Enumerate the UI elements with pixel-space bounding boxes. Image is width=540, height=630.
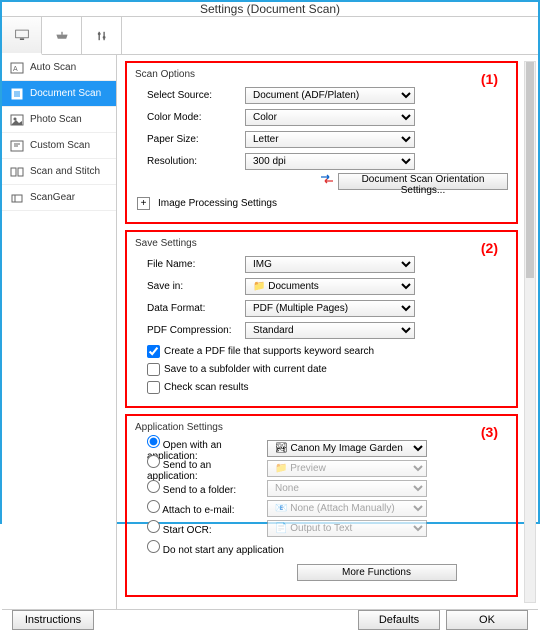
radio-label: Send to a folder:	[163, 485, 236, 496]
file-name-input[interactable]: IMG	[245, 256, 415, 273]
sidebar-item-scan-and-stitch[interactable]: Scan and Stitch	[2, 159, 116, 185]
subfolder-date-checkbox[interactable]	[147, 363, 160, 376]
scanner-icon	[55, 30, 69, 42]
sidebar: A Auto Scan Document Scan Photo Scan Cus…	[2, 55, 117, 609]
document-icon	[10, 88, 24, 100]
swap-orientation-icon[interactable]	[320, 173, 334, 185]
paper-size-label: Paper Size:	[135, 134, 245, 145]
custom-icon	[10, 140, 24, 152]
scrollbar-thumb[interactable]	[526, 62, 534, 278]
paper-size-dropdown[interactable]: Letter	[245, 131, 415, 148]
orientation-settings-button[interactable]: Document Scan Orientation Settings...	[338, 173, 508, 190]
group-title: Application Settings	[135, 422, 508, 433]
tab-general-settings[interactable]	[82, 17, 122, 54]
color-mode-label: Color Mode:	[135, 112, 245, 123]
do-not-start-radio[interactable]	[147, 540, 160, 553]
footer: Instructions Defaults OK	[2, 609, 538, 630]
application-settings-group: (3) Application Settings Open with an ap…	[125, 414, 518, 597]
radio-label: Do not start any application	[163, 545, 284, 556]
save-settings-group: (2) Save Settings File Name: IMG Save in…	[125, 230, 518, 408]
save-in-label: Save in:	[135, 281, 245, 292]
sidebar-item-label: Document Scan	[30, 88, 101, 99]
window-title: Settings (Document Scan)	[200, 2, 340, 16]
content-area: A Auto Scan Document Scan Photo Scan Cus…	[2, 16, 538, 609]
checkbox-label: Check scan results	[164, 382, 248, 393]
svg-text:A: A	[13, 66, 18, 73]
file-name-label: File Name:	[135, 259, 245, 270]
settings-panel: (1) Scan Options Select Source: Document…	[117, 55, 538, 609]
photo-icon	[10, 114, 24, 126]
tab-scan-from-panel[interactable]	[42, 17, 82, 54]
settings-window: Settings (Document Scan) A Auto Scan	[0, 0, 540, 524]
data-format-dropdown[interactable]: PDF (Multiple Pages)	[245, 300, 415, 317]
checkbox-label: Save to a subfolder with current date	[164, 364, 327, 375]
sidebar-item-label: Scan and Stitch	[30, 166, 100, 177]
radio-label: Start OCR:	[163, 525, 212, 536]
start-ocr-radio[interactable]	[147, 520, 160, 533]
defaults-button[interactable]: Defaults	[358, 610, 440, 630]
send-folder-dropdown[interactable]: None	[267, 480, 427, 497]
send-folder-radio[interactable]	[147, 480, 160, 493]
sidebar-item-custom-scan[interactable]: Custom Scan	[2, 133, 116, 159]
instructions-button[interactable]: Instructions	[12, 610, 94, 630]
ok-button[interactable]: OK	[446, 610, 528, 630]
sidebar-item-auto-scan[interactable]: A Auto Scan	[2, 55, 116, 81]
open-app-radio[interactable]	[147, 435, 160, 448]
group-number: (2)	[481, 240, 498, 256]
expand-image-processing-button[interactable]: +	[137, 197, 150, 210]
send-app-dropdown[interactable]: 📁 Preview	[267, 460, 427, 477]
check-results-checkbox[interactable]	[147, 381, 160, 394]
more-functions-button[interactable]: More Functions	[297, 564, 457, 581]
top-tabs	[2, 17, 538, 55]
sliders-icon	[95, 30, 109, 42]
color-mode-dropdown[interactable]: Color	[245, 109, 415, 126]
send-app-radio[interactable]	[147, 455, 160, 468]
tab-scan-from-computer[interactable]	[2, 17, 42, 55]
group-title: Scan Options	[135, 69, 508, 80]
attach-email-dropdown[interactable]: 📧 None (Attach Manually)	[267, 500, 427, 517]
start-ocr-dropdown[interactable]: 📄 Output to Text	[267, 520, 427, 537]
keyword-search-checkbox[interactable]	[147, 345, 160, 358]
pdf-compression-dropdown[interactable]: Standard	[245, 322, 415, 339]
resolution-dropdown[interactable]: 300 dpi	[245, 153, 415, 170]
select-source-label: Select Source:	[135, 90, 245, 101]
attach-email-radio[interactable]	[147, 500, 160, 513]
sidebar-item-label: Photo Scan	[30, 114, 82, 125]
group-number: (3)	[481, 424, 498, 440]
radio-label: Attach to e-mail:	[162, 505, 234, 516]
group-title: Save Settings	[135, 238, 508, 249]
scan-options-group: (1) Scan Options Select Source: Document…	[125, 61, 518, 224]
sidebar-item-document-scan[interactable]: Document Scan	[2, 81, 116, 107]
sidebar-item-label: ScanGear	[30, 192, 75, 203]
open-app-dropdown[interactable]: 🏞 Canon My Image Garden	[267, 440, 427, 457]
main: A Auto Scan Document Scan Photo Scan Cus…	[2, 55, 538, 609]
image-processing-label: Image Processing Settings	[158, 198, 277, 209]
scangear-icon	[10, 192, 24, 204]
auto-icon: A	[10, 62, 24, 74]
sidebar-item-photo-scan[interactable]: Photo Scan	[2, 107, 116, 133]
titlebar: Settings (Document Scan)	[2, 2, 538, 16]
sidebar-item-label: Custom Scan	[30, 140, 90, 151]
stitch-icon	[10, 166, 24, 178]
vertical-scrollbar[interactable]	[524, 61, 536, 603]
resolution-label: Resolution:	[135, 156, 245, 167]
data-format-label: Data Format:	[135, 303, 245, 314]
group-number: (1)	[481, 71, 498, 87]
save-in-dropdown[interactable]: 📁 Documents	[245, 278, 415, 295]
sidebar-item-label: Auto Scan	[30, 62, 76, 73]
pdf-compression-label: PDF Compression:	[135, 325, 245, 336]
sidebar-item-scangear[interactable]: ScanGear	[2, 185, 116, 211]
checkbox-label: Create a PDF file that supports keyword …	[164, 346, 374, 357]
select-source-dropdown[interactable]: Document (ADF/Platen)	[245, 87, 415, 104]
monitor-icon	[15, 29, 29, 41]
